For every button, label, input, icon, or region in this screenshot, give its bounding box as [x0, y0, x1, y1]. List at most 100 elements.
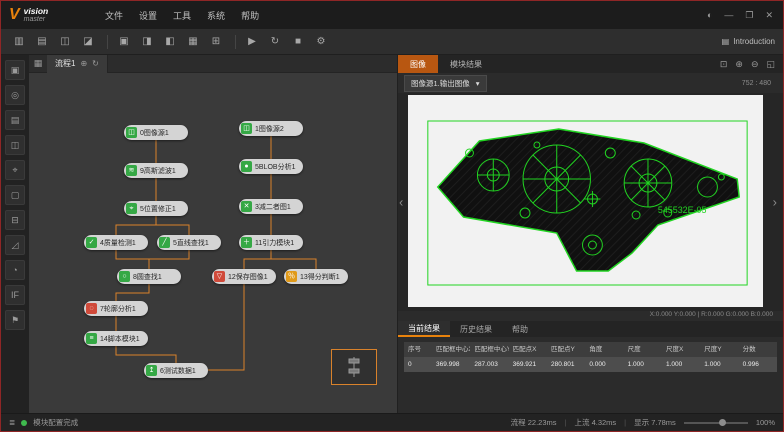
open-icon[interactable]: ▤ — [32, 33, 52, 51]
menu-system[interactable]: 系统 — [207, 9, 225, 22]
camera-icon[interactable]: ▣ — [114, 33, 134, 51]
menu-file[interactable]: 文件 — [105, 9, 123, 22]
visionmaster-window: V vision master 文件 设置 工具 系统 帮助 ◐ — ❐ ✕ ▥… — [0, 0, 784, 432]
tab-image[interactable]: 图像 — [398, 55, 438, 73]
refresh-flow-icon[interactable]: ↻ — [92, 59, 99, 68]
display-time: 显示 7.78ms — [634, 417, 676, 428]
menu-tools[interactable]: 工具 — [173, 9, 191, 22]
roi-tool-icon[interactable]: ▢ — [5, 185, 25, 205]
node-label: 6测试数据1 — [160, 366, 196, 376]
flow-node-calibration[interactable]: ＋ 11引力模块1 — [239, 235, 303, 250]
flow-node-image-source-2[interactable]: ◫ 1图像源2 — [239, 121, 303, 136]
export-icon[interactable]: ◪ — [78, 33, 98, 51]
subtract-node-icon: ✕ — [241, 201, 252, 212]
theme-icon[interactable]: ◐ — [707, 10, 712, 20]
menu-help[interactable]: 帮助 — [241, 9, 259, 22]
zoom-slider-thumb[interactable] — [719, 419, 726, 426]
flag-tool-icon[interactable]: ⚑ — [5, 310, 25, 330]
geometry-tool-icon[interactable]: ◿ — [5, 235, 25, 255]
flow-node-test-data[interactable]: ↥ 6测试数据1 — [144, 363, 208, 378]
flow-node-line-find[interactable]: ╱ 5直线查找1 — [157, 235, 221, 250]
image-tool-icon[interactable]: ▤ — [5, 110, 25, 130]
flow-tool-icon[interactable]: ▣ — [5, 60, 25, 80]
maximize-icon[interactable]: ❐ — [745, 10, 753, 21]
toolbar-separator — [107, 35, 108, 49]
flow-node-quality-check[interactable]: ✓ 4质量检测1 — [84, 235, 148, 250]
stop-icon[interactable]: ■ — [288, 33, 308, 51]
position-node-icon: ⌖ — [126, 203, 137, 214]
image-viewer: ‹ › — [398, 93, 783, 311]
flow-view-icon[interactable]: ▦ — [29, 58, 47, 69]
image-icon[interactable]: ◨ — [137, 33, 157, 51]
cell: 280.801 — [547, 357, 585, 372]
flow-node-score-judge[interactable]: ％ 13得分判断1 — [284, 269, 348, 284]
status-ok-icon — [21, 420, 27, 426]
upload-time: 上流 4.32ms — [574, 417, 616, 428]
titlebar: V vision master 文件 设置 工具 系统 帮助 ◐ — ❐ ✕ — [1, 1, 783, 29]
introduction-link[interactable]: ▤ Introduction — [722, 37, 775, 46]
node-label: 9高斯滤波1 — [140, 166, 176, 176]
zoom-out-icon[interactable]: ⊖ — [751, 59, 759, 70]
image-source-selector[interactable]: 图像源1.输出图像 ▾ — [404, 75, 487, 92]
cell: 0.996 — [739, 357, 777, 372]
check-node-icon: ✓ — [86, 237, 97, 248]
canvas-minimap[interactable] — [331, 349, 377, 385]
run-continuous-icon[interactable]: ↻ — [265, 33, 285, 51]
color-tool-icon[interactable]: ◔ — [5, 260, 25, 280]
status-menu-icon[interactable]: ≣ — [9, 418, 15, 427]
camera-tool-icon[interactable]: ◫ — [5, 135, 25, 155]
logic-if-tool-icon[interactable]: IF — [5, 285, 25, 305]
add-flow-icon[interactable]: ⊕ — [80, 59, 87, 68]
col-header: 匹配点Y — [547, 342, 585, 357]
results-table: 序号 匹配框中心X 匹配框中心Y 匹配点X 匹配点Y 角度 尺度 尺度X 尺度Y… — [404, 342, 777, 372]
node-label: 14脚本模块1 — [100, 334, 140, 344]
cell: 0.000 — [585, 357, 623, 372]
fit-window-icon[interactable]: ⊡ — [720, 59, 728, 70]
fullscreen-icon[interactable]: ◱ — [766, 59, 775, 70]
results-data-row[interactable]: 0 369.998 287.003 369.921 280.801 0.000 … — [404, 357, 777, 372]
view-toolbar: ⊡ ⊕ ⊖ ◱ — [720, 55, 783, 73]
grid-icon[interactable]: ⊞ — [206, 33, 226, 51]
flow-node-subtract[interactable]: ✕ 3减二者图1 — [239, 199, 303, 214]
flow-node-script-module[interactable]: ≡ 14脚本模块1 — [84, 331, 148, 346]
zoom-in-icon[interactable]: ⊕ — [735, 59, 743, 70]
table-icon[interactable]: ▦ — [183, 33, 203, 51]
tab-history-results[interactable]: 历史结果 — [450, 321, 502, 337]
flow-node-contour-analysis[interactable]: ◌ 7轮廓分析1 — [84, 301, 148, 316]
flow-canvas[interactable]: ◫ 0图像源1 ◫ 1图像源2 ≋ 9高斯滤波1 ● 5BLOB分析1 ⌖ 5位… — [29, 73, 397, 413]
tab-help[interactable]: 帮助 — [502, 321, 538, 337]
cell: 1.000 — [700, 357, 738, 372]
flow-node-position-fix[interactable]: ⌖ 5位置修正1 — [124, 201, 188, 216]
save-as-icon[interactable]: ◫ — [55, 33, 75, 51]
save-icon[interactable]: ▥ — [9, 33, 29, 51]
calibration-node-icon: ＋ — [241, 237, 252, 248]
flow-node-image-source-1[interactable]: ◫ 0图像源1 — [124, 125, 188, 140]
previous-image-icon[interactable]: ‹ — [399, 195, 403, 210]
node-label: 3减二者图1 — [255, 202, 291, 212]
right-panel: 图像 模块结果 ⊡ ⊕ ⊖ ◱ 图像源1.输出图像 ▾ 752 : 480 ‹ … — [397, 55, 783, 413]
flow-node-gaussian-filter[interactable]: ≋ 9高斯滤波1 — [124, 163, 188, 178]
image-source-label: 图像源1.输出图像 — [411, 78, 470, 89]
close-icon[interactable]: ✕ — [765, 10, 773, 21]
settings-icon[interactable]: ⚙ — [311, 33, 331, 51]
flow-tab[interactable]: 流程1 ⊕ ↻ — [47, 55, 108, 73]
run-once-icon[interactable]: ▶ — [242, 33, 262, 51]
tab-module-results[interactable]: 模块结果 — [438, 55, 494, 73]
flow-tab-bar: ▦ 流程1 ⊕ ↻ — [29, 55, 397, 73]
toolbar-separator — [235, 35, 236, 49]
next-image-icon[interactable]: › — [773, 195, 777, 210]
minimize-icon[interactable]: — — [724, 10, 733, 20]
split-tool-icon[interactable]: ⊟ — [5, 210, 25, 230]
results-tabs: 当前结果 历史结果 帮助 — [398, 321, 783, 337]
measure-tool-icon[interactable]: ⌖ — [5, 160, 25, 180]
flow-node-circle-find[interactable]: ○ 8圆查找1 — [117, 269, 181, 284]
screen-icon[interactable]: ◧ — [160, 33, 180, 51]
locate-tool-icon[interactable]: ◎ — [5, 85, 25, 105]
menu-settings[interactable]: 设置 — [139, 9, 157, 22]
inspection-image[interactable]: 545532E-05 — [408, 95, 763, 307]
tab-current-results[interactable]: 当前结果 — [398, 321, 450, 337]
flow-node-save-image[interactable]: ▽ 12保存图像1 — [212, 269, 276, 284]
circle-node-icon: ○ — [119, 271, 130, 282]
zoom-slider[interactable] — [684, 422, 748, 424]
flow-node-blob-analysis[interactable]: ● 5BLOB分析1 — [239, 159, 303, 174]
